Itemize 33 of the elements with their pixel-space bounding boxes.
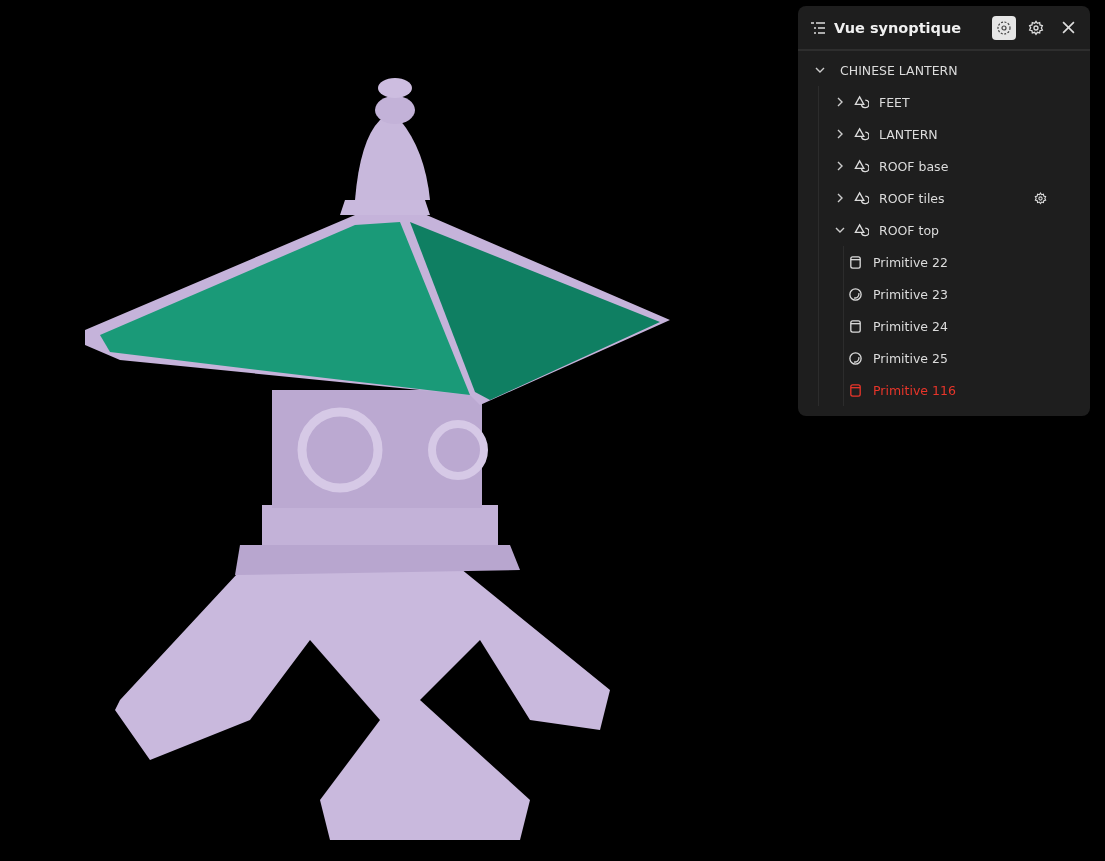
list-tree-icon <box>810 20 826 35</box>
target-icon <box>996 19 1012 36</box>
shapes-icon <box>854 94 869 110</box>
tree-item-label[interactable]: Primitive 25 <box>873 350 948 366</box>
shapes-icon <box>854 158 869 174</box>
settings-icon <box>1028 19 1044 36</box>
shapes-icon <box>854 126 869 142</box>
tree-item-label[interactable]: Primitive 24 <box>873 318 948 334</box>
chevron-down-icon <box>815 65 825 75</box>
tree-item-label[interactable]: FEET <box>879 94 910 110</box>
shapes-icon <box>854 222 869 238</box>
cylinder-icon <box>848 318 863 334</box>
chevron-down-icon <box>835 225 845 235</box>
chevron-right-icon <box>835 129 845 139</box>
tree-item-label[interactable]: Primitive 116 <box>873 382 956 398</box>
sphere-icon <box>848 286 863 302</box>
tree-item-label[interactable]: Primitive 23 <box>873 286 948 302</box>
tree-item-label[interactable]: LANTERN <box>879 126 938 142</box>
chevron-right-icon <box>835 193 845 203</box>
target-button[interactable] <box>992 15 1016 40</box>
chevron-right-icon <box>835 97 845 107</box>
tree-item-label[interactable]: ROOF tiles <box>879 190 945 206</box>
chevron-right-icon <box>835 161 845 171</box>
cylinder-icon <box>848 254 863 270</box>
shapes-icon <box>854 190 869 206</box>
close-icon <box>1061 21 1075 34</box>
tree-item-label[interactable]: ROOF top <box>879 222 939 238</box>
tree-item-label[interactable]: Primitive 22 <box>873 254 948 270</box>
panel-title: Vue synoptique <box>834 19 963 36</box>
sphere-icon <box>848 350 863 366</box>
cylinder-icon <box>848 382 863 398</box>
tree-item-label[interactable]: CHINESE LANTERN <box>840 62 958 78</box>
tree-item-label[interactable]: ROOF base <box>879 158 949 174</box>
